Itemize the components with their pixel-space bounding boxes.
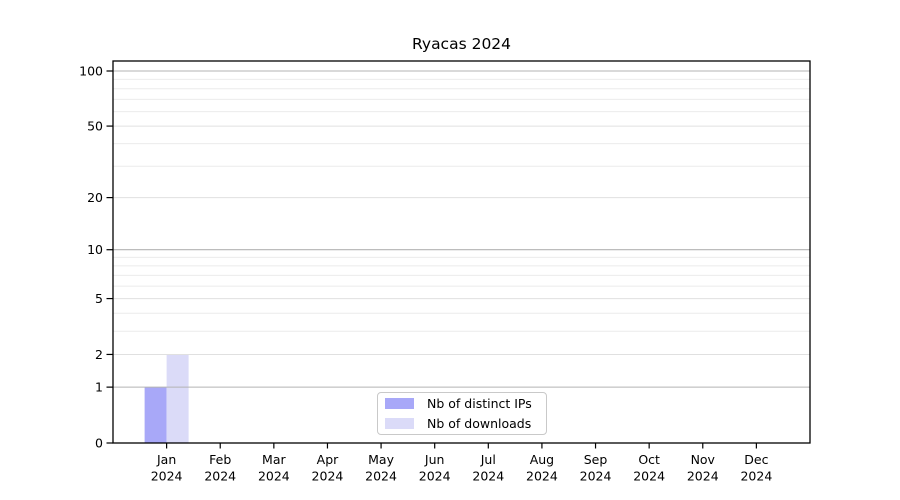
legend-swatch-distinct-ips [385,398,414,409]
legend-item-downloads: Nb of downloads [378,414,546,433]
legend: Nb of distinct IPs Nb of downloads [377,392,547,435]
x-tick-label-month: Dec [744,452,768,467]
x-tick-label-year: 2024 [740,469,772,484]
x-tick-label-year: 2024 [526,469,558,484]
x-tick-label-year: 2024 [687,469,719,484]
x-tick-label-month: Mar [262,452,286,467]
x-tick-label-month: Jan [156,452,176,467]
x-tick-label-month: Oct [638,452,660,467]
x-tick-label-month: Apr [317,452,339,467]
y-tick-label: 2 [95,347,103,362]
x-tick-label-year: 2024 [472,469,504,484]
x-tick-label-month: Nov [691,452,716,467]
x-tick-label-year: 2024 [151,469,183,484]
y-tick-label: 100 [79,64,103,79]
y-tick-label: 50 [87,119,103,134]
y-tick-label: 1 [95,380,103,395]
x-tick-label-year: 2024 [419,469,451,484]
x-tick-label-month: Aug [530,452,554,467]
x-tick-label-year: 2024 [633,469,665,484]
x-tick-label-year: 2024 [258,469,290,484]
y-tick-label: 20 [87,190,103,205]
legend-label-distinct-ips: Nb of distinct IPs [427,396,532,411]
x-tick-label-year: 2024 [312,469,344,484]
x-tick-label-month: May [368,452,394,467]
bar-distinct-ips-jan [145,387,167,443]
legend-label-downloads: Nb of downloads [427,416,531,431]
y-tick-label: 10 [87,242,103,257]
x-tick-label-month: Sep [584,452,608,467]
x-tick-label-year: 2024 [365,469,397,484]
x-tick-label-year: 2024 [580,469,612,484]
plot-border [113,61,810,443]
y-tick-label: 5 [95,291,103,306]
legend-item-distinct-ips: Nb of distinct IPs [378,394,546,413]
x-tick-label-month: Jun [424,452,445,467]
x-tick-label-year: 2024 [204,469,236,484]
chart-canvas: Ryacas 2024 0125102050100Jan2024Feb2024M… [0,0,900,500]
x-tick-label-month: Feb [209,452,231,467]
y-tick-label: 0 [95,436,103,451]
bar-downloads-jan [167,354,189,443]
x-tick-label-month: Jul [480,452,496,467]
legend-swatch-downloads [385,418,414,429]
